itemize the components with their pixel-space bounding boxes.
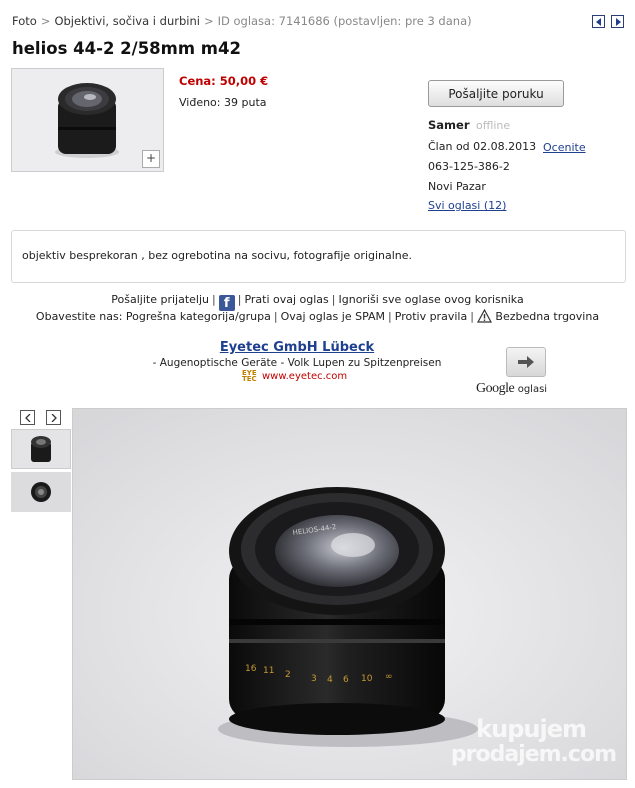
breadcrumb: Foto > Objektivi, sočiva i durbini > ID ogla…	[12, 14, 472, 28]
arrow-right-icon	[518, 356, 534, 368]
svg-text:6: 6	[343, 675, 349, 685]
warning-icon	[476, 309, 492, 323]
next-ad-button[interactable]	[611, 15, 624, 28]
send-message-button[interactable]: Pošaljite poruku	[428, 80, 564, 107]
breadcrumb-separator: >	[40, 14, 51, 28]
rate-seller-link[interactable]: Ocenite	[543, 141, 586, 154]
send-to-friend-link[interactable]: Pošaljite prijatelju	[111, 293, 209, 306]
ignore-user-link[interactable]: Ignoriši sve oglase ovog korisnika	[339, 293, 524, 306]
safe-trade-link[interactable]: Bezbedna trgovina	[495, 310, 599, 323]
view-count: Viđeno: 39 puta	[179, 96, 267, 109]
ad-title-link[interactable]: Eyetec GmbH Lübeck	[220, 340, 374, 355]
description-text: objektiv besprekoran , bez ogrebotina na…	[22, 249, 413, 262]
member-since: Član od 02.08.2013	[428, 140, 537, 153]
seller-phone: 063-125-386-2	[428, 160, 510, 173]
gallery-next-button[interactable]	[46, 410, 61, 425]
ad-id-meta: ID oglasa: 7141686 (postavljen: pre 3 da…	[217, 14, 472, 28]
previous-ad-button[interactable]	[592, 15, 605, 28]
breadcrumb-link-objektivi[interactable]: Objektivi, sočiva i durbini	[54, 14, 200, 28]
enlarge-plus-icon[interactable]: +	[142, 150, 160, 168]
gallery-thumbnail-1[interactable]	[11, 429, 71, 469]
spam-link[interactable]: Ovaj oglas je SPAM	[281, 310, 385, 323]
gallery-prev-button[interactable]	[20, 410, 35, 425]
follow-ad-link[interactable]: Prati ovaj oglas	[244, 293, 328, 306]
chevron-left-icon	[24, 413, 30, 422]
svg-text:3: 3	[311, 674, 317, 684]
seller-city: Novi Pazar	[428, 180, 486, 193]
seller-name[interactable]: Samer	[428, 118, 470, 132]
report-label: Obavestite nas:	[35, 310, 123, 323]
chevron-right-icon	[51, 413, 57, 422]
google-logo: Google	[476, 381, 515, 396]
google-ads-label[interactable]: Google oglasi	[476, 381, 547, 397]
against-rules-link[interactable]: Protiv pravila	[395, 310, 467, 323]
watermark-line-1: kupujem	[476, 715, 587, 743]
report-actions-row: Obavestite nas: Pogrešna kategorija/grup…	[35, 309, 600, 323]
google-ads-suffix: oglasi	[517, 384, 548, 395]
main-thumbnail[interactable]: +	[11, 68, 164, 172]
wrong-category-link[interactable]: Pogrešna kategorija/grupa	[126, 310, 271, 323]
breadcrumb-separator: >	[203, 14, 214, 28]
main-gallery-photo[interactable]: 16 11 2 3 4 6 10 ∞ HELIOS-44-2 kupujem prodaje…	[72, 408, 627, 780]
gallery-thumbnail-2[interactable]	[11, 472, 71, 512]
svg-text:2: 2	[285, 670, 291, 680]
ad-text: - Augenoptische Geräte - Volk Lupen zu S…	[152, 357, 442, 369]
ad-url[interactable]: www.eyetec.com	[262, 371, 347, 382]
all-ads-link[interactable]: Svi oglasi (12)	[428, 199, 506, 212]
seller-status: offline	[476, 119, 511, 132]
ad-next-button[interactable]	[506, 347, 546, 377]
watermark-line-2: prodajem.com	[450, 742, 617, 767]
svg-text:∞: ∞	[385, 672, 393, 682]
lens-photo-thumbnail	[12, 69, 163, 171]
svg-text:4: 4	[327, 675, 333, 685]
price: Cena: 50,00 €	[179, 74, 269, 88]
chevron-right-icon	[615, 17, 621, 26]
svg-text:11: 11	[263, 666, 274, 676]
svg-text:16: 16	[245, 664, 257, 674]
ad-title: Eyetec GmbH Lübeck	[0, 340, 594, 355]
page-title: helios 44-2 2/58mm m42	[12, 39, 241, 58]
svg-text:10: 10	[361, 674, 373, 684]
breadcrumb-link-foto[interactable]: Foto	[12, 14, 37, 28]
chevron-left-icon	[595, 17, 601, 26]
eyetec-logo: EYE TEC	[242, 369, 257, 383]
